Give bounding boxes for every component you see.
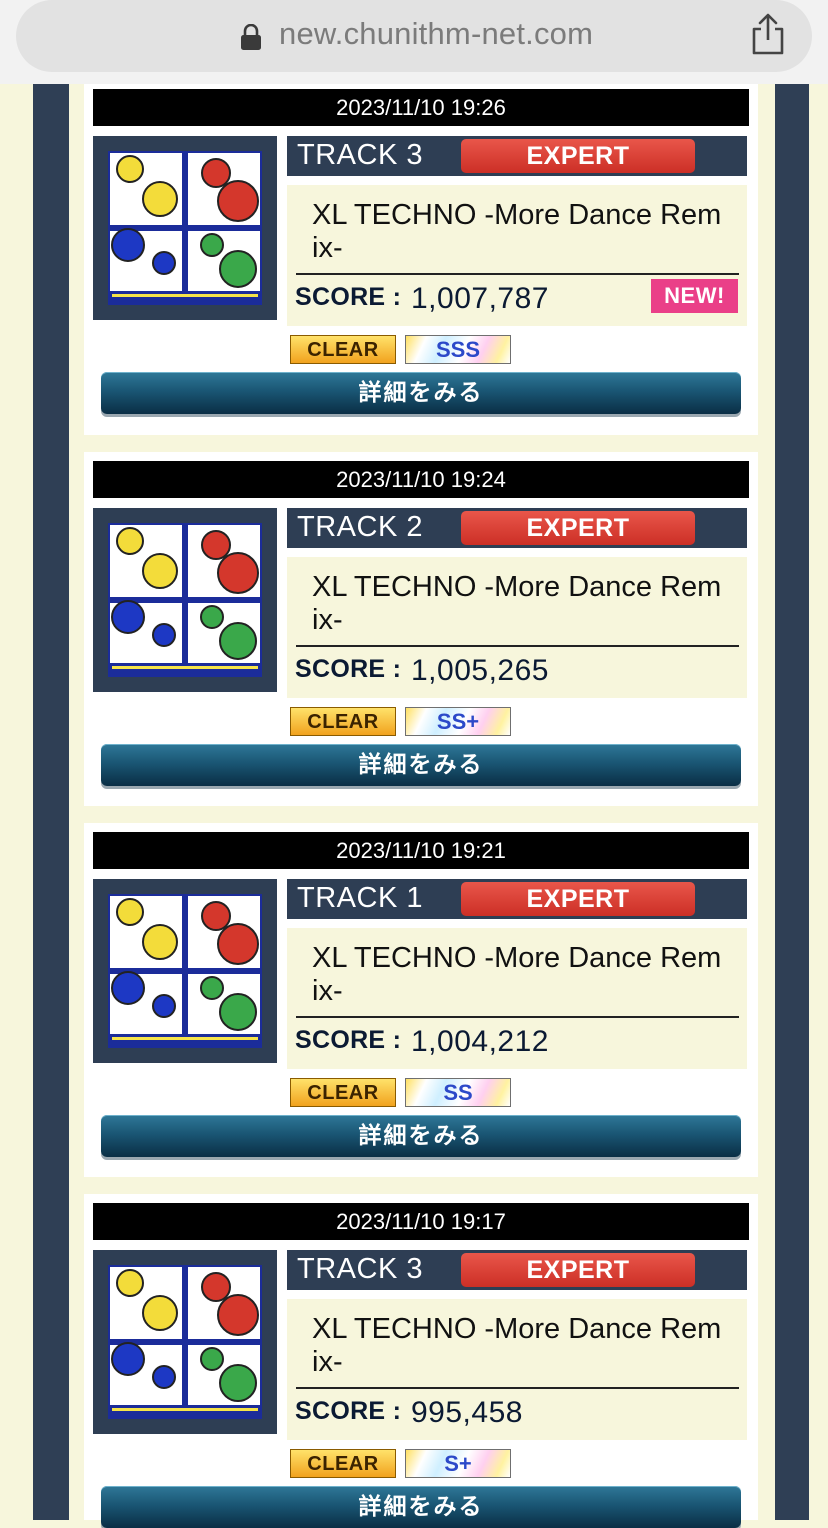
- song-title: XL TECHNO -More Dance Remix-: [312, 199, 722, 264]
- track-number: TRACK 2: [297, 511, 423, 543]
- track-bar: TRACK 1 EXPERT: [287, 879, 747, 919]
- clear-lamp: CLEAR: [290, 707, 396, 736]
- jacket-image[interactable]: [93, 1250, 277, 1434]
- jacket-art: [108, 523, 262, 677]
- address-bar[interactable]: new.chunithm-net.com: [16, 0, 812, 72]
- track-number: TRACK 3: [297, 1253, 423, 1285]
- play-date: 2023/11/10 19:17: [93, 1203, 749, 1240]
- track-bar: TRACK 3 EXPERT: [287, 1250, 747, 1290]
- lock-icon: [241, 24, 261, 50]
- play-date: 2023/11/10 19:24: [93, 461, 749, 498]
- difficulty-badge: EXPERT: [461, 882, 695, 916]
- score-label: SCORE :: [295, 1026, 402, 1054]
- song-title: XL TECHNO -More Dance Remix-: [312, 571, 722, 636]
- play-record-card: 2023/11/10 19:21 TRACK 1 EXPERT XL TECHN…: [84, 823, 758, 1177]
- jacket-image[interactable]: [93, 508, 277, 692]
- track-number: TRACK 3: [297, 139, 423, 171]
- url-text: new.chunithm-net.com: [279, 16, 594, 51]
- play-record-card: 2023/11/10 19:26 TRACK 3 EXPERT XL TECHN…: [84, 84, 758, 435]
- clear-lamp: CLEAR: [290, 335, 396, 364]
- rank-lamp: SS+: [405, 707, 511, 736]
- clear-lamp: CLEAR: [290, 1449, 396, 1478]
- play-record-card: 2023/11/10 19:24 TRACK 2 EXPERT XL TECHN…: [84, 452, 758, 806]
- difficulty-badge: EXPERT: [461, 1253, 695, 1287]
- view-details-button[interactable]: 詳細をみる: [101, 372, 741, 414]
- song-info: XL TECHNO -More Dance Remix- SCORE : 1,0…: [287, 928, 747, 1069]
- score-label: SCORE :: [295, 1397, 402, 1425]
- browser-toolbar: new.chunithm-net.com: [0, 0, 828, 84]
- score-value: 1,007,787: [411, 282, 549, 315]
- jacket-art: [108, 151, 262, 305]
- divider: [296, 645, 739, 647]
- divider: [296, 1016, 739, 1018]
- jacket-art: [108, 894, 262, 1048]
- divider: [296, 273, 739, 275]
- rank-lamp: S+: [405, 1449, 511, 1478]
- view-details-button[interactable]: 詳細をみる: [101, 744, 741, 786]
- track-bar: TRACK 3 EXPERT: [287, 136, 747, 176]
- rank-lamp: SS: [405, 1078, 511, 1107]
- rank-lamp: SSS: [405, 335, 511, 364]
- view-details-button[interactable]: 詳細をみる: [101, 1486, 741, 1528]
- score-value: 1,005,265: [411, 654, 549, 687]
- view-details-button[interactable]: 詳細をみる: [101, 1115, 741, 1157]
- play-date: 2023/11/10 19:26: [93, 89, 749, 126]
- divider: [296, 1387, 739, 1389]
- score-value: 995,458: [411, 1396, 523, 1429]
- score-value: 1,004,212: [411, 1025, 549, 1058]
- song-title: XL TECHNO -More Dance Remix-: [312, 942, 722, 1007]
- difficulty-badge: EXPERT: [461, 511, 695, 545]
- song-info: XL TECHNO -More Dance Remix- SCORE : 1,0…: [287, 185, 747, 326]
- play-date: 2023/11/10 19:21: [93, 832, 749, 869]
- difficulty-badge: EXPERT: [461, 139, 695, 173]
- jacket-image[interactable]: [93, 879, 277, 1063]
- share-icon[interactable]: [748, 12, 788, 56]
- new-record-badge: NEW!: [651, 279, 738, 313]
- score-label: SCORE :: [295, 283, 402, 311]
- song-info: XL TECHNO -More Dance Remix- SCORE : 995…: [287, 1299, 747, 1440]
- jacket-image[interactable]: [93, 136, 277, 320]
- play-record-card: 2023/11/10 19:17 TRACK 3 EXPERT XL TECHN…: [84, 1194, 758, 1528]
- song-title: XL TECHNO -More Dance Remix-: [312, 1313, 722, 1378]
- track-bar: TRACK 2 EXPERT: [287, 508, 747, 548]
- clear-lamp: CLEAR: [290, 1078, 396, 1107]
- track-number: TRACK 1: [297, 882, 423, 914]
- jacket-art: [108, 1265, 262, 1419]
- song-info: XL TECHNO -More Dance Remix- SCORE : 1,0…: [287, 557, 747, 698]
- score-label: SCORE :: [295, 655, 402, 683]
